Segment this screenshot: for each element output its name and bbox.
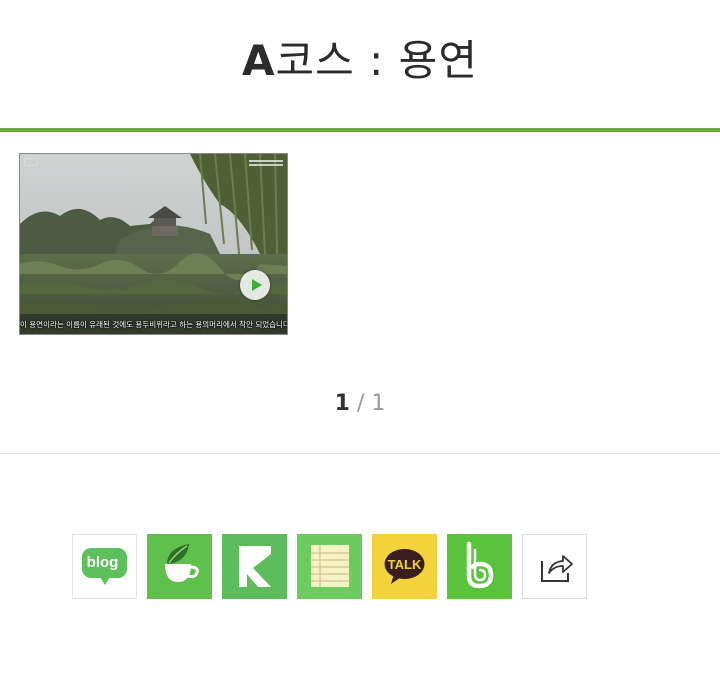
pagination: 1 / 1 xyxy=(0,388,720,420)
blog-label: blog xyxy=(86,554,119,571)
share-cafe-button[interactable] xyxy=(147,534,212,599)
naver-cafe-icon xyxy=(165,544,199,582)
page-total: 1 xyxy=(371,391,386,416)
share-icon xyxy=(541,555,573,582)
page-title: A코스 : 용연 xyxy=(0,28,720,94)
talk-label: TALK xyxy=(387,557,422,572)
video-caption: 이 용연이라는 이름이 유래된 것에도 용두비위라고 하는 용의머리에서 착안 … xyxy=(20,320,288,329)
band-icon xyxy=(466,541,494,589)
page-separator: / xyxy=(349,391,372,416)
share-memo-button[interactable] xyxy=(297,534,362,599)
page-current: 1 xyxy=(334,391,350,416)
header-divider xyxy=(0,128,720,132)
share-kakaotalk-button[interactable]: TALK xyxy=(372,534,437,599)
share-blog-button[interactable]: blog xyxy=(72,534,137,599)
section-divider xyxy=(0,453,720,454)
share-band-button[interactable] xyxy=(447,534,512,599)
play-icon[interactable] xyxy=(240,270,270,300)
page-header: A코스 : 용연 xyxy=(0,0,720,128)
naver-keep-icon xyxy=(239,546,271,587)
channel-logo xyxy=(24,158,38,166)
page-title-bold: A xyxy=(242,36,276,85)
video-still-image xyxy=(20,154,287,334)
broadcast-watermark xyxy=(249,158,283,168)
video-thumbnail[interactable]: 이 용연이라는 이름이 유래된 것에도 용두비위라고 하는 용의머리에서 착안 … xyxy=(19,153,288,335)
naver-memo-icon xyxy=(311,545,349,587)
page-title-rest: 코스 : 용연 xyxy=(275,36,478,85)
share-more-button[interactable] xyxy=(522,534,587,599)
share-keep-button[interactable] xyxy=(222,534,287,599)
